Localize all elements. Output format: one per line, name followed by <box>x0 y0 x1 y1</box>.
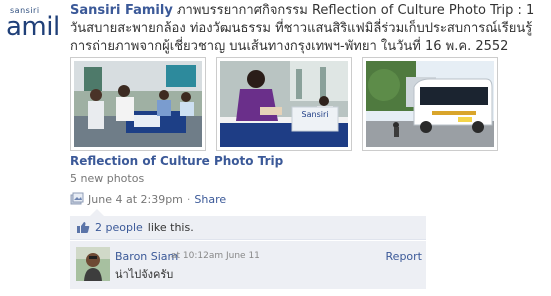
likes-bar: 2 people like this. <box>70 216 426 240</box>
album-title-link[interactable]: Reflection of Culture Photo Trip <box>70 154 283 168</box>
album-photo-count: 5 new photos <box>70 172 145 185</box>
story-body: Sansiri Family ภาพบรรยากาศกิจกรรม Reflec… <box>70 2 548 56</box>
commenter-avatar-image <box>76 247 110 281</box>
photo-sign-in-table-image: Sansiri <box>220 61 348 147</box>
meta-separator: · <box>186 192 191 206</box>
photo-tour-bus[interactable] <box>362 57 498 151</box>
photo-registration-desk-image <box>74 61 202 147</box>
likers-link[interactable]: 2 people <box>95 221 143 234</box>
commenter-avatar[interactable] <box>76 247 110 281</box>
report-link[interactable]: Report <box>386 250 422 263</box>
comment-author-link[interactable]: Baron Siam <box>115 250 178 263</box>
comment-item: Baron Siam at 10:12am June 11 น่าไปจังคร… <box>70 241 426 289</box>
comment-time: at 10:12am June 11 <box>171 251 260 261</box>
comment-text: น่าไปจังครับ <box>115 268 174 281</box>
likes-suffix: like this. <box>147 221 194 234</box>
share-link[interactable]: Share <box>194 193 226 206</box>
story-headline: Sansiri Family ภาพบรรยากาศกิจกรรม Reflec… <box>70 2 548 56</box>
story-time[interactable]: June 4 at 2:39pm <box>88 193 183 206</box>
sign-brand-text: Sansiri <box>302 110 329 119</box>
photo-album-icon <box>70 192 84 205</box>
photo-registration-desk[interactable] <box>70 57 206 151</box>
photo-tour-bus-image <box>366 61 494 147</box>
feedback-pointer <box>90 209 104 216</box>
story-meta: June 4 at 2:39pm · Share <box>70 192 226 206</box>
sansiri-family-logo[interactable]: sansiri amil <box>2 6 62 46</box>
thumbs-up-icon <box>77 222 90 233</box>
photo-sign-in-table[interactable]: Sansiri <box>216 57 352 151</box>
logo-big-text: amil <box>6 12 60 42</box>
actor-link[interactable]: Sansiri Family <box>70 3 173 18</box>
